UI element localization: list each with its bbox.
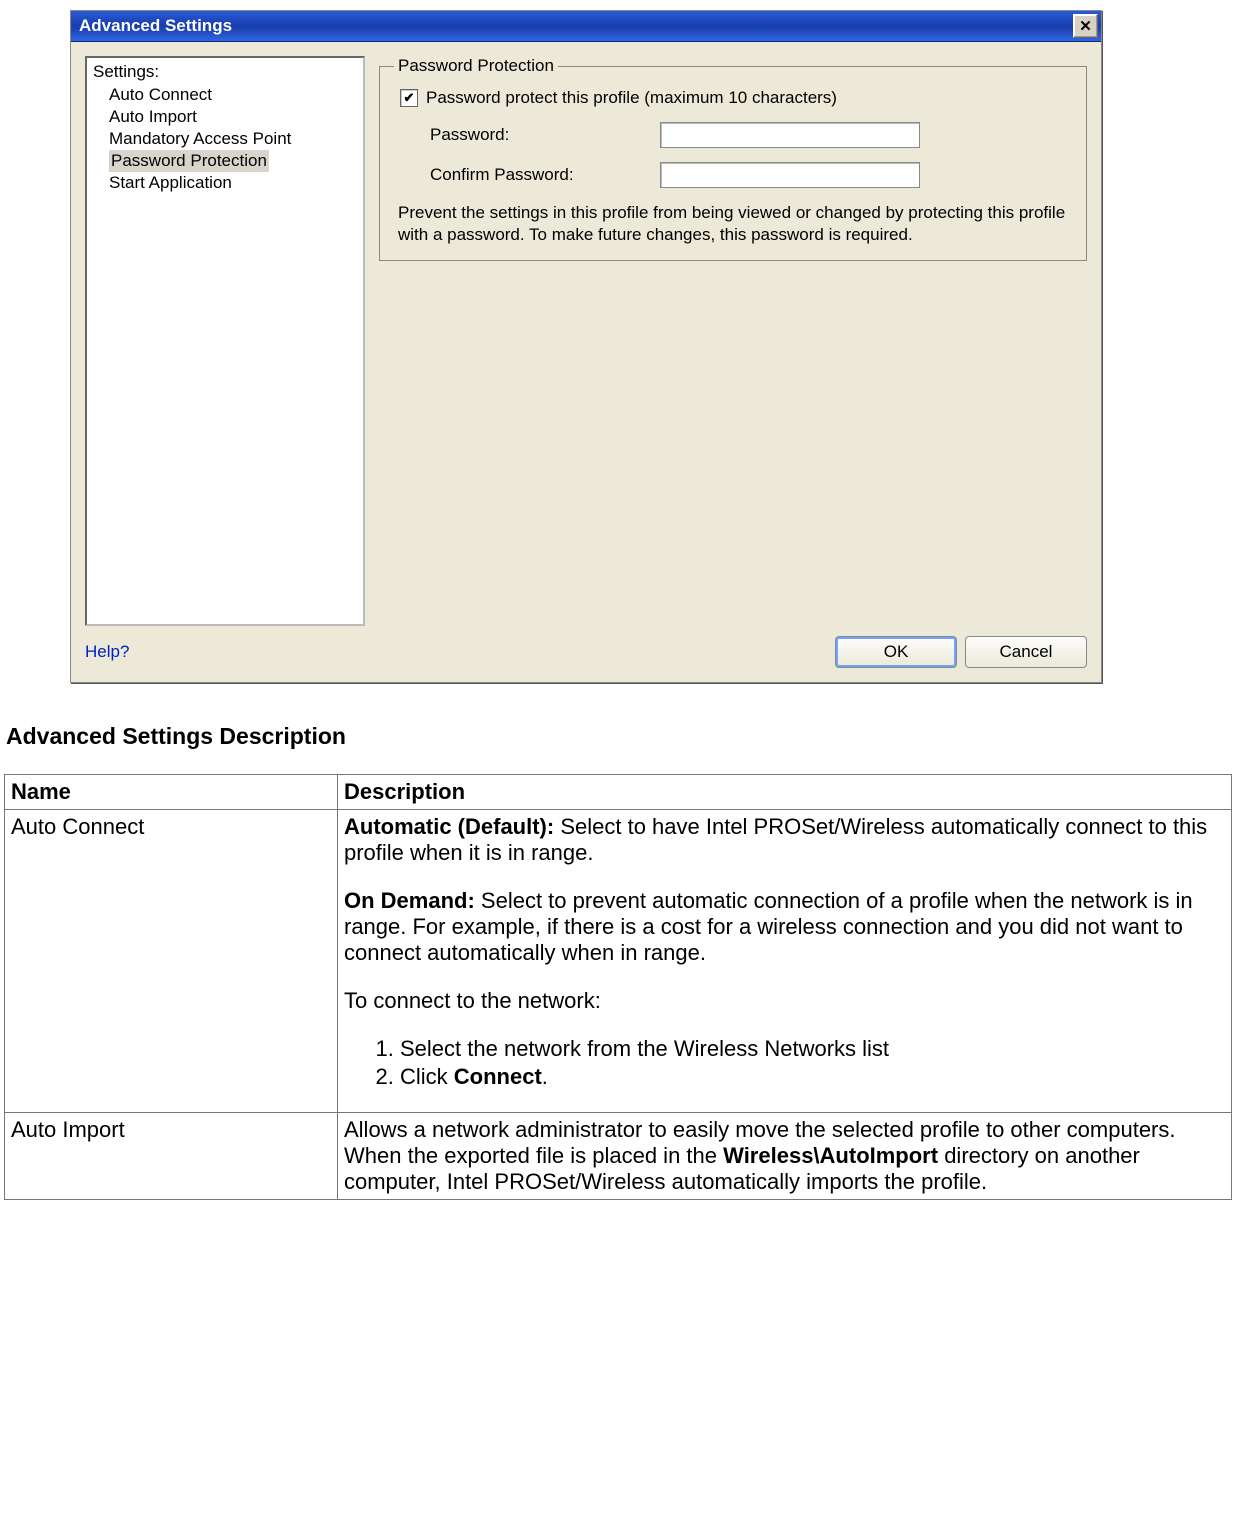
row-description: Automatic (Default): Select to have Inte… [338,810,1232,1113]
settings-item-start-application[interactable]: Start Application [109,172,357,194]
settings-header: Settings: [93,62,357,82]
th-description: Description [338,775,1232,810]
dialog-screenshot: Advanced Settings ✕ Settings: Auto Conne… [0,0,1239,683]
table-row: Auto Import Allows a network administrat… [5,1113,1232,1200]
password-input[interactable] [660,122,920,148]
settings-list-panel: Settings: Auto Connect Auto Import Manda… [85,56,365,626]
titlebar: Advanced Settings ✕ [71,11,1101,42]
ok-button[interactable]: OK [835,636,957,668]
section-heading: Advanced Settings Description [6,723,1239,750]
row-description: Allows a network administrator to easily… [338,1113,1232,1200]
close-button[interactable]: ✕ [1073,14,1098,38]
checkbox-label: Password protect this profile (maximum 1… [426,88,837,108]
dialog-body: Settings: Auto Connect Auto Import Manda… [71,42,1101,626]
right-panel: Password Protection ✔ Password protect t… [379,56,1087,626]
checkbox-row: ✔ Password protect this profile (maximum… [400,88,1072,108]
password-row: Password: [430,122,1072,148]
row-name: Auto Connect [5,810,338,1113]
help-link[interactable]: Help? [85,642,129,662]
titlebar-text: Advanced Settings [79,16,1073,36]
steps-list: Select the network from the Wireless Net… [344,1036,1225,1090]
advanced-settings-dialog: Advanced Settings ✕ Settings: Auto Conne… [70,10,1102,683]
password-protection-fieldset: Password Protection ✔ Password protect t… [379,56,1087,261]
dialog-footer: Help? OK Cancel [71,626,1101,682]
table-row: Auto Connect Automatic (Default): Select… [5,810,1232,1113]
fieldset-legend: Password Protection [394,56,558,76]
close-icon: ✕ [1079,17,1092,35]
confirm-password-input[interactable] [660,162,920,188]
password-protect-checkbox[interactable]: ✔ [400,89,418,107]
fieldset-description: Prevent the settings in this profile fro… [398,202,1068,246]
th-name: Name [5,775,338,810]
confirm-password-row: Confirm Password: [430,162,1072,188]
settings-item-auto-import[interactable]: Auto Import [109,106,357,128]
confirm-password-label: Confirm Password: [430,165,660,185]
row-name: Auto Import [5,1113,338,1200]
cancel-button[interactable]: Cancel [965,636,1087,668]
description-table: Name Description Auto Connect Automatic … [4,774,1232,1200]
settings-item-mandatory-ap[interactable]: Mandatory Access Point [109,128,357,150]
list-item: Select the network from the Wireless Net… [400,1036,1225,1062]
table-header-row: Name Description [5,775,1232,810]
settings-item-auto-connect[interactable]: Auto Connect [109,84,357,106]
settings-item-password-protection[interactable]: Password Protection [109,150,269,172]
settings-list: Auto Connect Auto Import Mandatory Acces… [93,84,357,194]
list-item: Click Connect. [400,1064,1225,1090]
password-label: Password: [430,125,660,145]
